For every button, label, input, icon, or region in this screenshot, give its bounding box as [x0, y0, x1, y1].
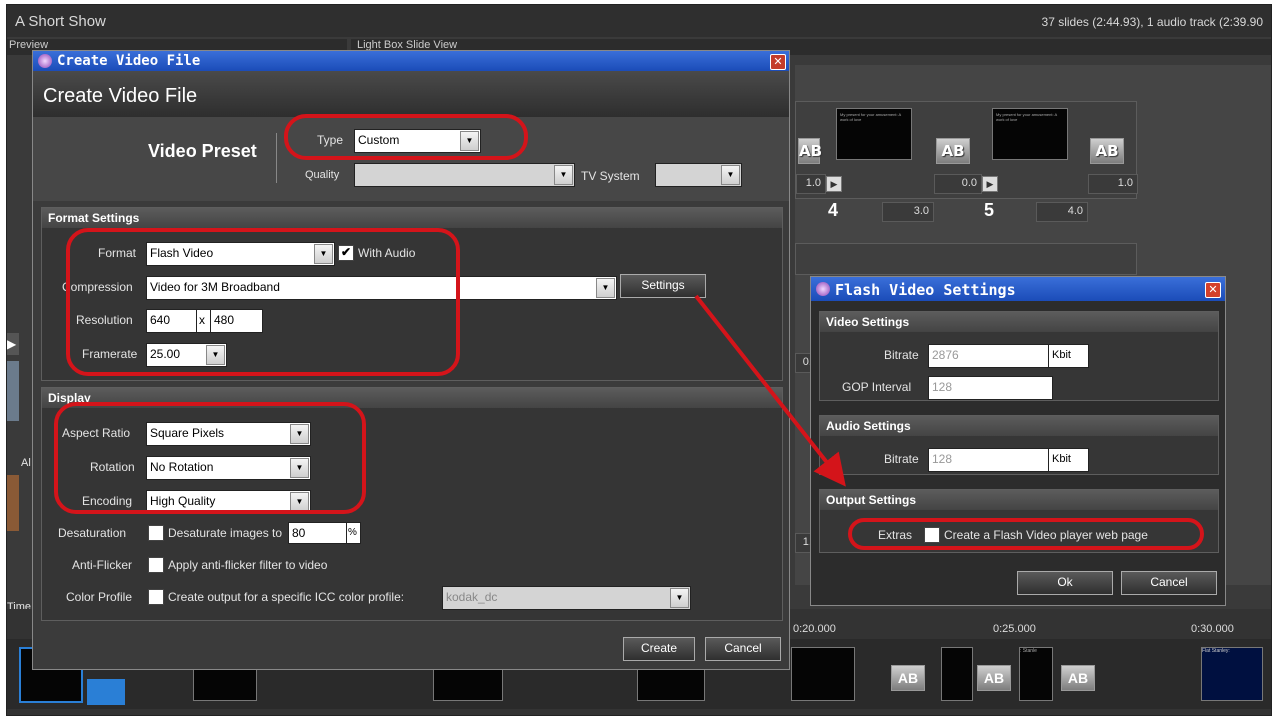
- annotation-arrow: [694, 294, 846, 487]
- arrow-line: [694, 294, 846, 487]
